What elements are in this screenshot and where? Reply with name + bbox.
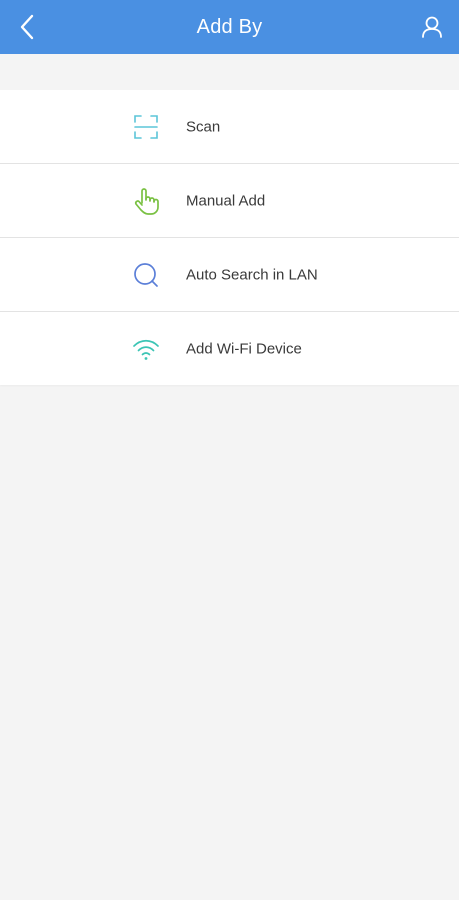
top-bar: Add By	[0, 0, 459, 54]
user-button[interactable]	[417, 12, 447, 42]
option-label: Add Wi-Fi Device	[186, 340, 302, 357]
option-add-wifi-device[interactable]: Add Wi-Fi Device	[0, 312, 459, 385]
option-label: Auto Search in LAN	[186, 266, 318, 283]
add-method-list: Scan Manual Add Auto Search in LAN Add W…	[0, 90, 459, 385]
back-button[interactable]	[12, 11, 42, 43]
chevron-left-icon	[20, 14, 34, 40]
search-icon	[130, 259, 162, 291]
scan-icon	[130, 111, 162, 143]
hand-pointer-icon	[130, 185, 162, 217]
option-label: Manual Add	[186, 192, 266, 209]
app-screen: Add By Scan Manual Add Auto Search in LA…	[0, 0, 459, 900]
wifi-icon	[130, 333, 162, 365]
option-auto-search-lan[interactable]: Auto Search in LAN	[0, 238, 459, 312]
option-manual-add[interactable]: Manual Add	[0, 164, 459, 238]
option-label: Scan	[186, 118, 221, 135]
option-scan[interactable]: Scan	[0, 90, 459, 164]
page-title: Add By	[196, 15, 263, 38]
user-icon	[422, 16, 442, 38]
